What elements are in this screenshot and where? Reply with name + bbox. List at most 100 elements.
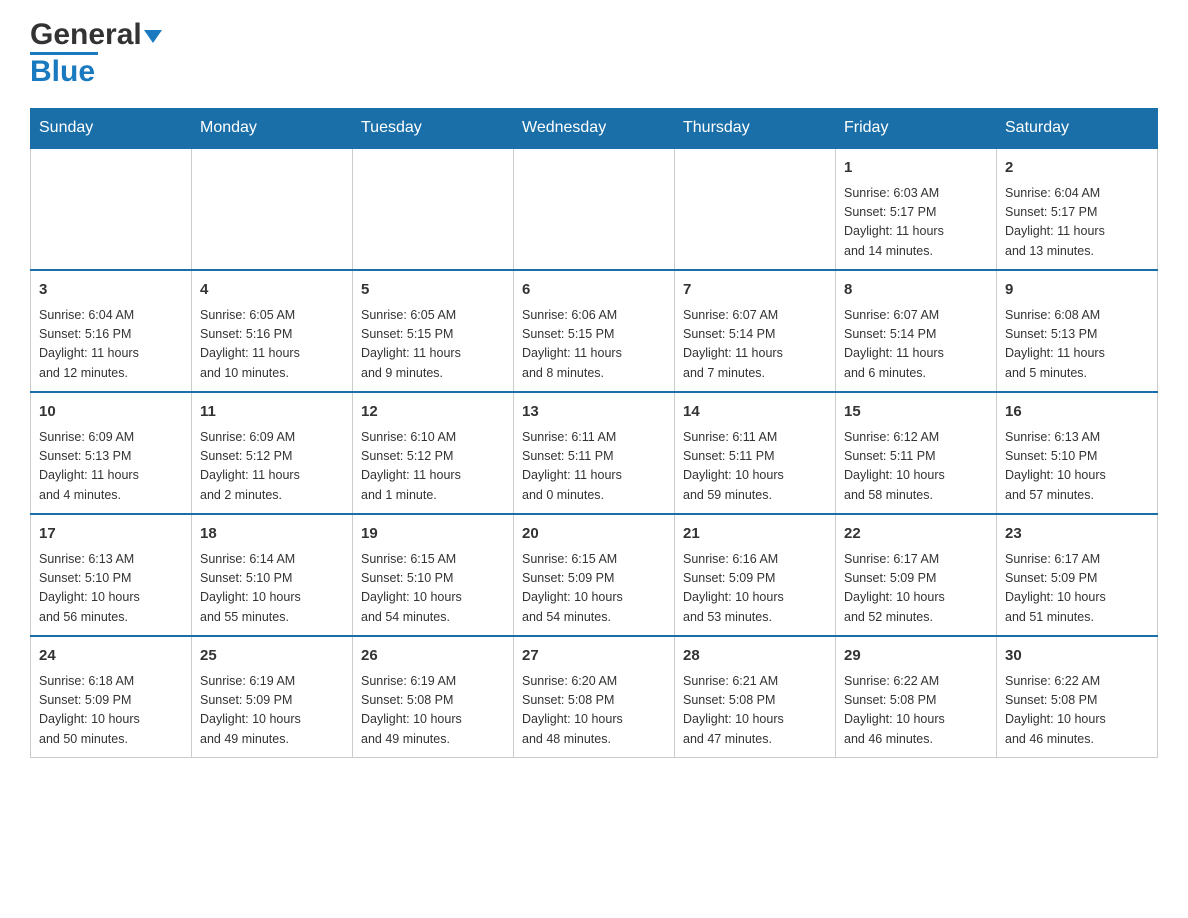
day-info: Sunrise: 6:17 AMSunset: 5:09 PMDaylight:… — [844, 550, 988, 628]
day-number: 28 — [683, 645, 827, 668]
calendar-cell: 27Sunrise: 6:20 AMSunset: 5:08 PMDayligh… — [514, 636, 675, 758]
calendar-week-2: 3 Sunrise: 6:04 AMSunset: 5:16 PMDaylight… — [31, 270, 1158, 392]
calendar-cell: 17 Sunrise: 6:13 AMSunset: 5:10 PMDayligh… — [31, 514, 192, 636]
day-info: Sunrise: 6:22 AMSunset: 5:08 PMDaylight:… — [1005, 672, 1149, 750]
weekday-header-wednesday: Wednesday — [514, 109, 675, 149]
calendar-cell: 15 Sunrise: 6:12 AMSunset: 5:11 PMDayligh… — [836, 392, 997, 514]
day-info: Sunrise: 6:04 AMSunset: 5:16 PMDaylight:… — [39, 306, 183, 384]
day-info: Sunrise: 6:22 AMSunset: 5:08 PMDaylight:… — [844, 672, 988, 750]
calendar-week-5: 24 Sunrise: 6:18 AMSunset: 5:09 PMDayligh… — [31, 636, 1158, 758]
logo: General Blue — [30, 20, 162, 88]
day-number: 12 — [361, 401, 505, 424]
calendar-cell: 8 Sunrise: 6:07 AMSunset: 5:14 PMDaylight… — [836, 270, 997, 392]
day-number: 6 — [522, 279, 666, 302]
calendar-cell — [353, 148, 514, 270]
day-info: Sunrise: 6:16 AMSunset: 5:09 PMDaylight:… — [683, 550, 827, 628]
calendar-cell: 12 Sunrise: 6:10 AMSunset: 5:12 PMDayligh… — [353, 392, 514, 514]
weekday-header-monday: Monday — [192, 109, 353, 149]
calendar-cell — [675, 148, 836, 270]
calendar-cell: 16 Sunrise: 6:13 AMSunset: 5:10 PMDayligh… — [997, 392, 1158, 514]
calendar-cell: 14 Sunrise: 6:11 AMSunset: 5:11 PMDayligh… — [675, 392, 836, 514]
day-number: 17 — [39, 523, 183, 546]
calendar-table: SundayMondayTuesdayWednesdayThursdayFrid… — [30, 108, 1158, 758]
calendar-week-4: 17 Sunrise: 6:13 AMSunset: 5:10 PMDayligh… — [31, 514, 1158, 636]
day-info: Sunrise: 6:12 AMSunset: 5:11 PMDaylight:… — [844, 428, 988, 506]
day-number: 15 — [844, 401, 988, 424]
day-number: 2 — [1005, 157, 1149, 180]
day-number: 13 — [522, 401, 666, 424]
day-number: 30 — [1005, 645, 1149, 668]
calendar-cell: 23Sunrise: 6:17 AMSunset: 5:09 PMDayligh… — [997, 514, 1158, 636]
day-number: 1 — [844, 157, 988, 180]
day-info: Sunrise: 6:15 AMSunset: 5:10 PMDaylight:… — [361, 550, 505, 628]
day-info: Sunrise: 6:13 AMSunset: 5:10 PMDaylight:… — [1005, 428, 1149, 506]
calendar-cell: 13 Sunrise: 6:11 AMSunset: 5:11 PMDayligh… — [514, 392, 675, 514]
calendar-week-3: 10Sunrise: 6:09 AMSunset: 5:13 PMDayligh… — [31, 392, 1158, 514]
day-info: Sunrise: 6:20 AMSunset: 5:08 PMDaylight:… — [522, 672, 666, 750]
day-info: Sunrise: 6:05 AMSunset: 5:15 PMDaylight:… — [361, 306, 505, 384]
day-info: Sunrise: 6:18 AMSunset: 5:09 PMDaylight:… — [39, 672, 183, 750]
day-number: 20 — [522, 523, 666, 546]
day-number: 16 — [1005, 401, 1149, 424]
calendar-cell: 7 Sunrise: 6:07 AMSunset: 5:14 PMDaylight… — [675, 270, 836, 392]
day-info: Sunrise: 6:08 AMSunset: 5:13 PMDaylight:… — [1005, 306, 1149, 384]
day-number: 19 — [361, 523, 505, 546]
weekday-header-row: SundayMondayTuesdayWednesdayThursdayFrid… — [31, 109, 1158, 149]
day-number: 21 — [683, 523, 827, 546]
day-info: Sunrise: 6:11 AMSunset: 5:11 PMDaylight:… — [683, 428, 827, 506]
calendar-cell: 20 Sunrise: 6:15 AMSunset: 5:09 PMDayligh… — [514, 514, 675, 636]
day-info: Sunrise: 6:19 AMSunset: 5:09 PMDaylight:… — [200, 672, 344, 750]
day-info: Sunrise: 6:09 AMSunset: 5:12 PMDaylight:… — [200, 428, 344, 506]
day-number: 14 — [683, 401, 827, 424]
day-number: 22 — [844, 523, 988, 546]
calendar-cell — [192, 148, 353, 270]
day-number: 24 — [39, 645, 183, 668]
day-number: 7 — [683, 279, 827, 302]
weekday-header-thursday: Thursday — [675, 109, 836, 149]
calendar-cell: 9 Sunrise: 6:08 AMSunset: 5:13 PMDaylight… — [997, 270, 1158, 392]
day-info: Sunrise: 6:13 AMSunset: 5:10 PMDaylight:… — [39, 550, 183, 628]
day-info: Sunrise: 6:03 AMSunset: 5:17 PMDaylight:… — [844, 184, 988, 262]
logo-blue-text: Blue — [30, 55, 95, 88]
calendar-cell: 6Sunrise: 6:06 AMSunset: 5:15 PMDaylight… — [514, 270, 675, 392]
calendar-cell: 30 Sunrise: 6:22 AMSunset: 5:08 PMDayligh… — [997, 636, 1158, 758]
day-number: 8 — [844, 279, 988, 302]
page-header: General Blue — [30, 20, 1158, 88]
calendar-week-1: 1 Sunrise: 6:03 AMSunset: 5:17 PMDaylight… — [31, 148, 1158, 270]
day-info: Sunrise: 6:11 AMSunset: 5:11 PMDaylight:… — [522, 428, 666, 506]
calendar-cell: 21 Sunrise: 6:16 AMSunset: 5:09 PMDayligh… — [675, 514, 836, 636]
day-info: Sunrise: 6:05 AMSunset: 5:16 PMDaylight:… — [200, 306, 344, 384]
calendar-cell: 4 Sunrise: 6:05 AMSunset: 5:16 PMDaylight… — [192, 270, 353, 392]
logo-text: General — [30, 20, 162, 50]
day-info: Sunrise: 6:17 AMSunset: 5:09 PMDaylight:… — [1005, 550, 1149, 628]
calendar-cell: 10Sunrise: 6:09 AMSunset: 5:13 PMDayligh… — [31, 392, 192, 514]
calendar-cell: 22 Sunrise: 6:17 AMSunset: 5:09 PMDayligh… — [836, 514, 997, 636]
calendar-cell: 26 Sunrise: 6:19 AMSunset: 5:08 PMDayligh… — [353, 636, 514, 758]
calendar-cell: 18Sunrise: 6:14 AMSunset: 5:10 PMDayligh… — [192, 514, 353, 636]
calendar-cell: 3 Sunrise: 6:04 AMSunset: 5:16 PMDaylight… — [31, 270, 192, 392]
weekday-header-friday: Friday — [836, 109, 997, 149]
calendar-cell — [514, 148, 675, 270]
day-number: 25 — [200, 645, 344, 668]
weekday-header-sunday: Sunday — [31, 109, 192, 149]
day-info: Sunrise: 6:21 AMSunset: 5:08 PMDaylight:… — [683, 672, 827, 750]
day-info: Sunrise: 6:07 AMSunset: 5:14 PMDaylight:… — [683, 306, 827, 384]
day-number: 9 — [1005, 279, 1149, 302]
day-info: Sunrise: 6:15 AMSunset: 5:09 PMDaylight:… — [522, 550, 666, 628]
calendar-cell — [31, 148, 192, 270]
calendar-cell: 5 Sunrise: 6:05 AMSunset: 5:15 PMDaylight… — [353, 270, 514, 392]
calendar-cell: 19 Sunrise: 6:15 AMSunset: 5:10 PMDayligh… — [353, 514, 514, 636]
day-info: Sunrise: 6:10 AMSunset: 5:12 PMDaylight:… — [361, 428, 505, 506]
calendar-cell: 1 Sunrise: 6:03 AMSunset: 5:17 PMDaylight… — [836, 148, 997, 270]
calendar-cell: 29 Sunrise: 6:22 AMSunset: 5:08 PMDayligh… — [836, 636, 997, 758]
day-info: Sunrise: 6:19 AMSunset: 5:08 PMDaylight:… — [361, 672, 505, 750]
day-number: 29 — [844, 645, 988, 668]
day-number: 26 — [361, 645, 505, 668]
calendar-cell: 25 Sunrise: 6:19 AMSunset: 5:09 PMDayligh… — [192, 636, 353, 758]
day-number: 4 — [200, 279, 344, 302]
day-info: Sunrise: 6:07 AMSunset: 5:14 PMDaylight:… — [844, 306, 988, 384]
day-info: Sunrise: 6:04 AMSunset: 5:17 PMDaylight:… — [1005, 184, 1149, 262]
day-number: 3 — [39, 279, 183, 302]
calendar-cell: 28 Sunrise: 6:21 AMSunset: 5:08 PMDayligh… — [675, 636, 836, 758]
day-number: 5 — [361, 279, 505, 302]
